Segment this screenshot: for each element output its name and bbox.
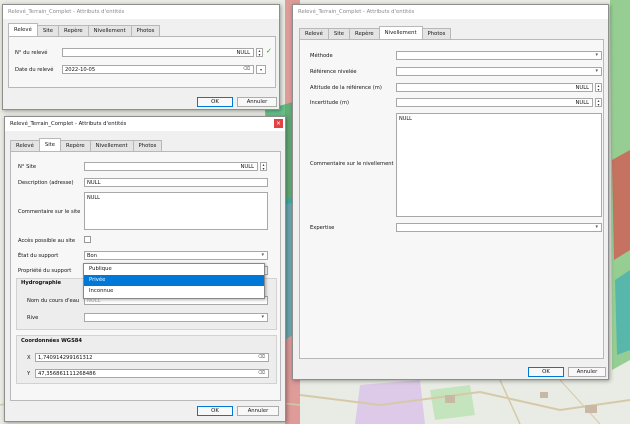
tab-content: N° du relevé NULL ▴ ▾ ✓ Date du relevé 20… bbox=[8, 36, 276, 88]
cancel-button[interactable]: Annuler bbox=[568, 367, 606, 377]
window-nivellement: Relevé_Terrain_Complet - Attributs d'ent… bbox=[292, 4, 609, 380]
check-icon: ✓ bbox=[266, 47, 272, 55]
acces-checkbox[interactable] bbox=[84, 236, 91, 243]
date-value: 2022-10-05 bbox=[65, 67, 96, 73]
window-title: Relevé_Terrain_Complet - Attributs d'ent… bbox=[293, 5, 608, 19]
tab-repere[interactable]: Repère bbox=[349, 28, 380, 39]
tab-releve[interactable]: Relevé bbox=[299, 28, 329, 39]
calendar-dropdown-button[interactable]: ▾ bbox=[256, 65, 266, 74]
num-site-input[interactable]: NULL bbox=[84, 162, 258, 171]
window-releve: Relevé_Terrain_Complet - Attributs d'ent… bbox=[2, 4, 280, 110]
etat-support-value: Bon bbox=[87, 253, 98, 259]
tab-repere[interactable]: Repère bbox=[58, 25, 89, 36]
num-site-label: N° Site bbox=[18, 164, 37, 170]
etat-support-select[interactable]: Bon ▾ bbox=[84, 251, 268, 260]
rive-label: Rive bbox=[27, 315, 39, 321]
num-releve-spinner[interactable]: ▴ ▾ bbox=[256, 48, 263, 57]
tab-site[interactable]: Site bbox=[38, 138, 61, 151]
num-releve-input[interactable]: NULL bbox=[62, 48, 254, 57]
tab-repere[interactable]: Repère bbox=[60, 140, 91, 151]
tab-photos[interactable]: Photos bbox=[132, 140, 163, 151]
tab-nivellement[interactable]: Nivellement bbox=[89, 140, 134, 151]
propriete-label: Propriété du support bbox=[18, 268, 72, 274]
cancel-button[interactable]: Annuler bbox=[237, 97, 277, 107]
reference-select[interactable]: ▾ bbox=[396, 67, 602, 76]
cours-eau-label: Nom du cours d'eau bbox=[27, 298, 80, 304]
rive-select[interactable]: ▾ bbox=[84, 313, 268, 322]
etat-support-label: État du support bbox=[18, 253, 59, 259]
x-coordinate-input[interactable]: 1,740914299161312 ⌫ bbox=[35, 353, 269, 362]
ok-button[interactable]: OK bbox=[197, 97, 233, 107]
x-value: 1,740914299161312 bbox=[38, 355, 93, 361]
commentaire-site-label: Commentaire sur le site bbox=[18, 209, 81, 215]
tab-releve[interactable]: Relevé bbox=[10, 140, 40, 151]
chevron-down-icon: ▾ bbox=[261, 314, 264, 320]
tab-photos[interactable]: Photos bbox=[421, 28, 452, 39]
chevron-down-icon: ▾ bbox=[595, 68, 598, 74]
y-coordinate-input[interactable]: 47,356861111268486 ⌫ bbox=[35, 369, 269, 378]
tab-photos[interactable]: Photos bbox=[130, 25, 161, 36]
altitude-label: Altitude de la référence (m) bbox=[310, 85, 382, 91]
chevron-down-icon: ▾ bbox=[261, 252, 264, 258]
option-inconnue[interactable]: Inconnue bbox=[84, 286, 264, 297]
incertitude-spinner[interactable]: ▴ ▾ bbox=[595, 98, 602, 107]
tab-bar: Relevé Site Repère Nivellement Photos bbox=[299, 26, 452, 39]
clear-icon[interactable]: ⌫ bbox=[258, 354, 265, 360]
coordonnees-title: Coordonnées WGS84 bbox=[21, 338, 83, 344]
altitude-spinner[interactable]: ▴ ▾ bbox=[595, 83, 602, 92]
commentaire-site-textarea[interactable]: NULL bbox=[84, 192, 268, 230]
tab-nivellement[interactable]: Nivellement bbox=[87, 25, 132, 36]
description-label: Description (adresse) bbox=[18, 180, 74, 186]
altitude-input[interactable]: NULL bbox=[396, 83, 593, 92]
acces-label: Accès possible au site bbox=[18, 238, 76, 244]
ok-button[interactable]: OK bbox=[197, 406, 233, 416]
tab-releve[interactable]: Relevé bbox=[8, 23, 38, 36]
cancel-button[interactable]: Annuler bbox=[237, 406, 279, 416]
description-input[interactable]: NULL bbox=[84, 178, 268, 187]
tab-nivellement[interactable]: Nivellement bbox=[378, 26, 423, 39]
reference-label: Référence nivelée bbox=[310, 69, 357, 75]
date-releve-label: Date du relevé bbox=[15, 67, 54, 73]
tab-bar: Relevé Site Repère Nivellement Photos bbox=[8, 23, 161, 36]
tab-site[interactable]: Site bbox=[36, 25, 59, 36]
date-releve-input[interactable]: 2022-10-05 ⌫ bbox=[62, 65, 254, 74]
methode-select[interactable]: ▾ bbox=[396, 51, 602, 60]
close-button[interactable]: × bbox=[274, 119, 283, 128]
window-title: Relevé_Terrain_Complet - Attributs d'ent… bbox=[3, 5, 279, 19]
tab-content: Méthode ▾ Référence nivelée ▾ Altitude d… bbox=[299, 39, 604, 359]
expertise-label: Expertise bbox=[310, 225, 335, 231]
chevron-down-icon: ▾ bbox=[595, 52, 598, 58]
incertitude-input[interactable]: NULL bbox=[396, 98, 593, 107]
hydrographie-title: Hydrographie bbox=[21, 280, 62, 286]
incertitude-label: Incertitude (m) bbox=[310, 100, 350, 106]
tab-site[interactable]: Site bbox=[327, 28, 350, 39]
tab-bar: Relevé Site Repère Nivellement Photos bbox=[10, 138, 163, 151]
option-privee[interactable]: Privée bbox=[84, 275, 264, 286]
window-title: Relevé_Terrain_Complet - Attributs d'ent… bbox=[5, 117, 285, 131]
chevron-down-icon: ▾ bbox=[595, 224, 598, 230]
x-label: X bbox=[27, 355, 31, 361]
expertise-select[interactable]: ▾ bbox=[396, 223, 602, 232]
commentaire-nivellement-textarea[interactable]: NULL bbox=[396, 113, 602, 217]
ok-button[interactable]: OK bbox=[528, 367, 564, 377]
methode-label: Méthode bbox=[310, 53, 333, 59]
clear-icon[interactable]: ⌫ bbox=[258, 370, 265, 376]
option-publique[interactable]: Publique bbox=[84, 264, 264, 275]
clear-icon[interactable]: ⌫ bbox=[243, 66, 250, 72]
y-label: Y bbox=[27, 371, 31, 377]
coordonnees-group: Coordonnées WGS84 X 1,740914299161312 ⌫ … bbox=[16, 335, 277, 384]
y-value: 47,356861111268486 bbox=[38, 371, 96, 377]
num-site-spinner[interactable]: ▴ ▾ bbox=[260, 162, 267, 171]
propriete-dropdown-list[interactable]: Publique Privée Inconnue bbox=[83, 263, 265, 299]
num-releve-label: N° du relevé bbox=[15, 50, 48, 56]
commentaire-nivellement-label: Commentaire sur le nivellement bbox=[310, 161, 394, 167]
